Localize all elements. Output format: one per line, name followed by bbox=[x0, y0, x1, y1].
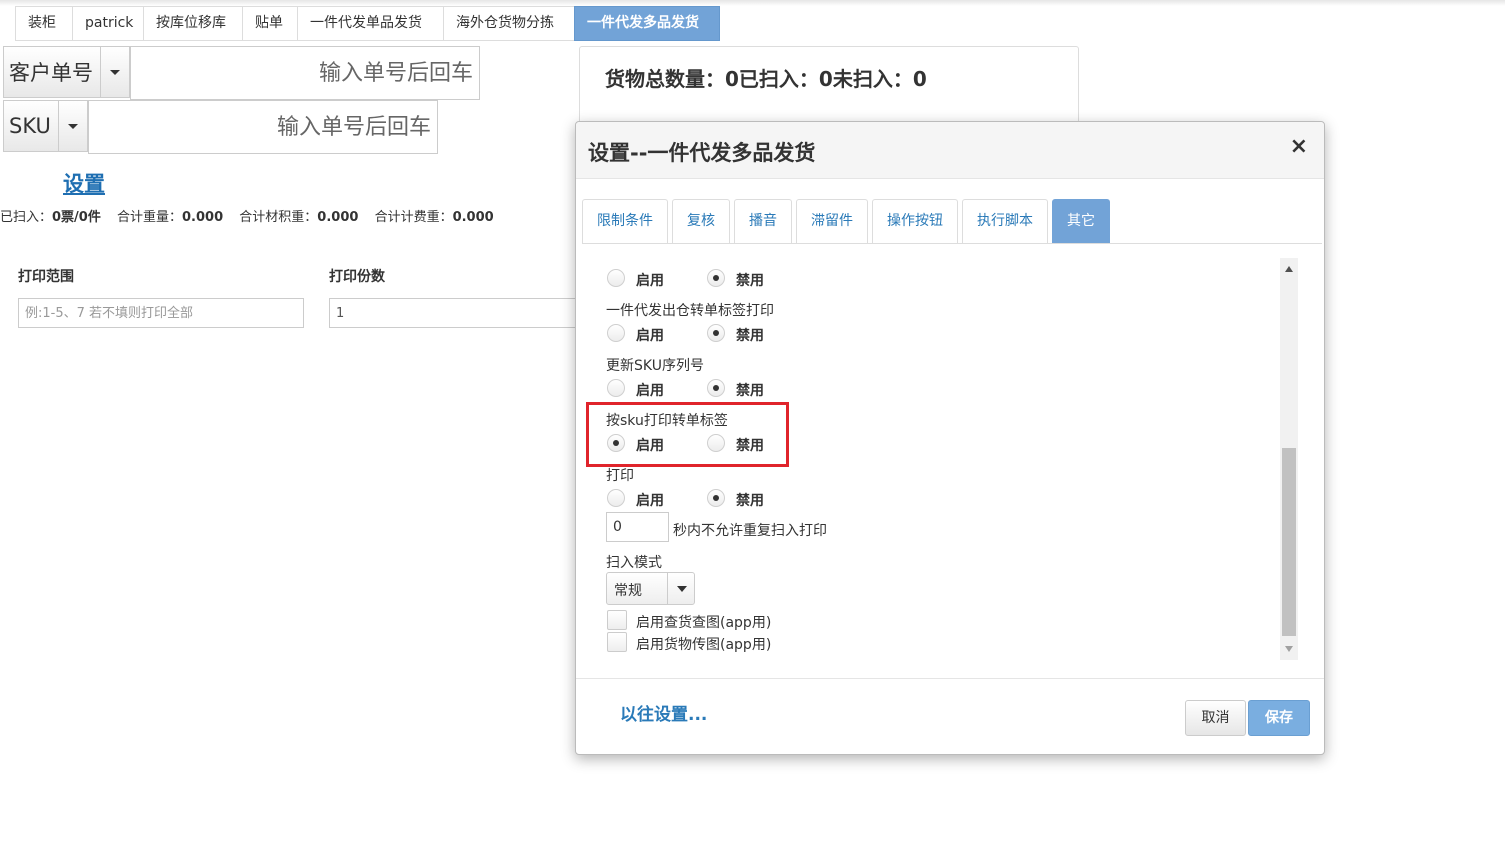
customer-order-type-select[interactable]: 客户单号 bbox=[3, 46, 100, 98]
setting-1-enable-radio[interactable] bbox=[607, 324, 625, 342]
modal-scrollbar[interactable] bbox=[1280, 258, 1298, 660]
scan-mode-value: 常规 bbox=[614, 583, 642, 599]
setting-4-disable-label: 禁用 bbox=[736, 493, 764, 509]
upload-photos-checkbox[interactable] bbox=[607, 632, 627, 652]
settings-modal: 设置--一件代发多品发货 × 限制条件 复核 播音 滞留件 操作按钮 执行脚本 … bbox=[575, 121, 1325, 755]
billing-weight-label: 合计计费重： bbox=[374, 210, 453, 225]
tab-other[interactable]: 其它 bbox=[1052, 199, 1110, 243]
setting-3-disable-radio[interactable] bbox=[707, 434, 725, 452]
scanned-value: 0票/0件 bbox=[52, 210, 101, 225]
setting-3-disable-label: 禁用 bbox=[736, 438, 764, 454]
setting-0-enable-label: 启用 bbox=[636, 273, 664, 289]
tab-restrictions[interactable]: 限制条件 bbox=[582, 199, 668, 243]
setting-0-disable-radio[interactable] bbox=[707, 269, 725, 287]
scroll-down-arrow-icon[interactable] bbox=[1285, 646, 1293, 652]
nav-tab-patrick[interactable]: patrick bbox=[72, 6, 143, 41]
sku-input[interactable] bbox=[88, 100, 438, 154]
setting-1-disable-label: 禁用 bbox=[736, 328, 764, 344]
chevron-down-icon bbox=[677, 586, 687, 592]
tab-scripts[interactable]: 执行脚本 bbox=[962, 199, 1048, 243]
setting-1-enable-label: 启用 bbox=[636, 328, 664, 344]
setting-1-disable-radio[interactable] bbox=[707, 324, 725, 342]
sku-scan-group: SKU bbox=[3, 100, 438, 154]
setting-update-sku-serial-label: 更新SKU序列号 bbox=[606, 358, 704, 374]
setting-print-label: 打印 bbox=[606, 468, 634, 484]
nav-tabs: 装柜 patrick 按库位移库 贴单 一件代发单品发货 海外仓货物分拣 一件代… bbox=[15, 6, 720, 41]
nav-tab-overseas-sorting[interactable]: 海外仓货物分拣 bbox=[443, 6, 574, 41]
scanned-label: 已扫入： bbox=[0, 210, 53, 225]
setting-2-disable-label: 禁用 bbox=[736, 383, 764, 399]
print-range-label: 打印范围 bbox=[18, 269, 74, 285]
modal-body: 启用 禁用 一件代发出仓转单标签打印 启用 禁用 更新SKU序列号 启用 禁用 … bbox=[576, 258, 1324, 663]
tabs-divider bbox=[582, 243, 1322, 244]
scroll-thumb[interactable] bbox=[1282, 448, 1296, 636]
tab-held-items[interactable]: 滞留件 bbox=[796, 199, 868, 243]
past-settings-link[interactable]: 以往设置... bbox=[620, 700, 707, 725]
customer-order-type-dropdown[interactable] bbox=[100, 46, 130, 98]
tab-action-buttons[interactable]: 操作按钮 bbox=[872, 199, 958, 243]
setting-2-enable-label: 启用 bbox=[636, 383, 664, 399]
inspect-photos-checkbox[interactable] bbox=[607, 610, 627, 630]
sku-type-select[interactable]: SKU bbox=[3, 100, 58, 152]
tab-audio[interactable]: 播音 bbox=[734, 199, 792, 243]
sku-type-dropdown[interactable] bbox=[58, 100, 88, 152]
setting-0-enable-radio[interactable] bbox=[607, 269, 625, 287]
setting-4-enable-label: 启用 bbox=[636, 493, 664, 509]
repeat-seconds-text: 秒内不允许重复扫入打印 bbox=[673, 523, 827, 539]
setting-0-disable-label: 禁用 bbox=[736, 273, 764, 289]
scan-mode-label: 扫入模式 bbox=[606, 555, 662, 571]
nav-tab-multi-item-ship[interactable]: 一件代发多品发货 bbox=[574, 6, 720, 41]
footer-divider bbox=[576, 678, 1324, 679]
setting-sku-transfer-label-label: 按sku打印转单标签 bbox=[606, 413, 728, 429]
settings-link[interactable]: 设置 bbox=[63, 168, 105, 198]
modal-title: 设置--一件代发多品发货 bbox=[588, 141, 816, 165]
scan-mode-select[interactable]: 常规 bbox=[606, 572, 695, 605]
print-range-input[interactable] bbox=[18, 298, 304, 328]
modal-header: 设置--一件代发多品发货 × bbox=[576, 122, 1324, 179]
weight-label: 合计重量： bbox=[117, 210, 183, 225]
chevron-down-icon bbox=[110, 69, 120, 75]
setting-2-disable-radio[interactable] bbox=[707, 379, 725, 397]
setting-transfer-label-print-label: 一件代发出仓转单标签打印 bbox=[606, 303, 774, 319]
setting-4-disable-radio[interactable] bbox=[707, 489, 725, 507]
weight-value: 0.000 bbox=[182, 210, 224, 225]
volume-value: 0.000 bbox=[317, 210, 359, 225]
cancel-button[interactable]: 取消 bbox=[1185, 700, 1246, 736]
setting-4-enable-radio[interactable] bbox=[607, 489, 625, 507]
chevron-down-icon bbox=[68, 123, 78, 129]
setting-3-enable-radio[interactable] bbox=[607, 434, 625, 452]
select-divider bbox=[667, 573, 668, 604]
tab-review[interactable]: 复核 bbox=[672, 199, 730, 243]
close-icon[interactable]: × bbox=[1290, 135, 1308, 159]
customer-order-scan-group: 客户单号 bbox=[3, 46, 480, 100]
nav-tab-label[interactable]: 贴单 bbox=[242, 6, 297, 41]
scroll-up-arrow-icon[interactable] bbox=[1285, 266, 1293, 272]
repeat-seconds-input[interactable] bbox=[606, 512, 669, 542]
nav-tab-location-transfer[interactable]: 按库位移库 bbox=[143, 6, 242, 41]
cargo-summary: 货物总数量：0已扫入：0未扫入：0 bbox=[605, 67, 927, 91]
save-button[interactable]: 保存 bbox=[1248, 700, 1310, 736]
setting-2-enable-radio[interactable] bbox=[607, 379, 625, 397]
volume-label: 合计材积重： bbox=[239, 210, 318, 225]
customer-order-input[interactable] bbox=[130, 46, 480, 100]
modal-tabs: 限制条件 复核 播音 滞留件 操作按钮 执行脚本 其它 bbox=[582, 199, 1114, 244]
print-copies-label: 打印份数 bbox=[329, 269, 385, 285]
upload-photos-label: 启用货物传图(app用) bbox=[636, 637, 772, 653]
billing-weight-value: 0.000 bbox=[452, 210, 494, 225]
print-copies-input[interactable] bbox=[329, 298, 579, 328]
inspect-photos-label: 启用查货查图(app用) bbox=[636, 615, 772, 631]
nav-tab-load-container[interactable]: 装柜 bbox=[15, 6, 72, 41]
stats-line: 已扫入：0票/0件 合计重量：0.000 合计材积重：0.000 合计计费重：0… bbox=[0, 206, 506, 225]
nav-tab-single-item-ship[interactable]: 一件代发单品发货 bbox=[297, 6, 443, 41]
setting-3-enable-label: 启用 bbox=[636, 438, 664, 454]
